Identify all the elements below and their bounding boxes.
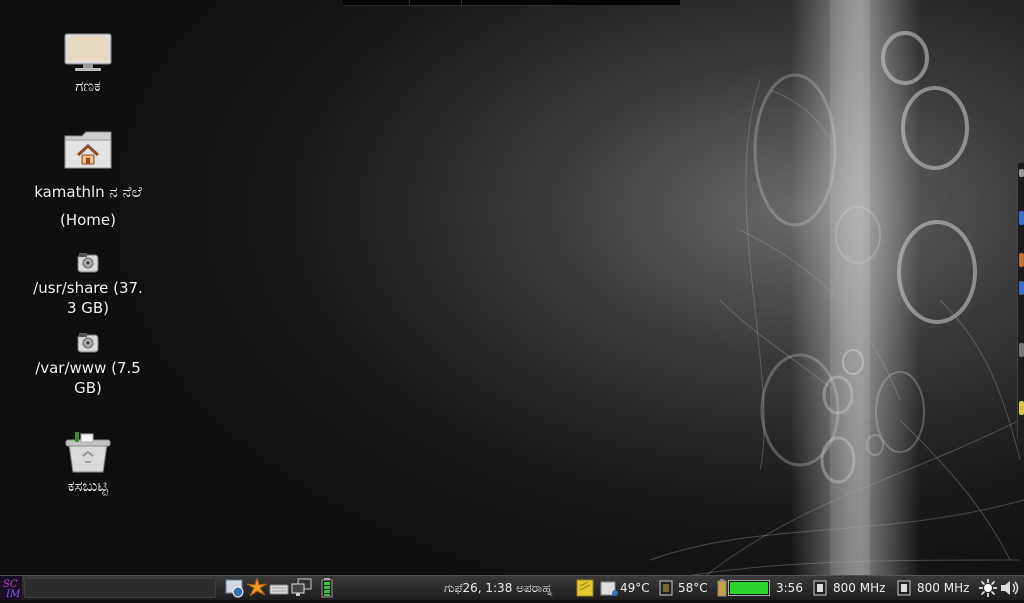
battery-applet[interactable] [321,576,333,600]
temperature-sensor-2[interactable]: 58°C [657,576,708,600]
cpu2-value: 800 MHz [917,581,970,595]
volume-icon [1001,581,1019,595]
clock[interactable]: ಗುಫೆ26, 1:38 ಅಪರಾಹ್ನ [444,576,552,600]
battery-charge-icon [717,579,727,597]
desktop-icon-label: ಗಣಕ [75,77,101,95]
desktop-wallpaper [0,0,1024,600]
desktop-icon-home[interactable]: kamathln ನ ನೆಲೆ (Home) [23,128,153,234]
network-display-icon [291,578,312,596]
desktop-icon-label-line1: /usr/share (37. [33,279,143,297]
desktop-icon-label-line2: 3 GB) [66,299,110,317]
dock-app-icon[interactable] [1019,253,1024,267]
scim-menu-button[interactable]: SC IM [0,576,22,600]
desktop-icon-usr-share[interactable]: /usr/share (37. 3 GB) [23,252,153,318]
home-folder-icon [64,131,112,169]
temp1-value: 49°C [620,581,650,595]
network-manager-launcher[interactable] [225,576,245,600]
cpu-icon [897,580,911,596]
keyboard-icon [269,584,289,595]
desktop-icon-label: ಕಸಬುಟ್ಟಿ [67,477,109,495]
desktop-icon-label-line1: /var/www (7.5 [35,359,141,377]
desktop-icon-label-line2: (Home) [59,211,116,229]
desktop-icon-computer[interactable]: ಗಣಕ [23,32,153,96]
brightness-icon [979,579,997,597]
dock-arrow-icon[interactable] [1019,169,1024,177]
top-panel-strip [343,0,680,6]
desktop-icon-trash[interactable]: ಕಸಬುಟ್ಟಿ [23,430,153,496]
sticky-note-icon [576,579,594,597]
computer-icon [64,33,112,71]
desktop-icon-var-www[interactable]: /var/www (7.5 GB) [23,332,153,398]
sun-burst-icon [247,578,267,597]
drive-icon [77,253,99,273]
sticky-notes-launcher[interactable] [576,576,594,600]
drive-icon [77,333,99,353]
cpu1-value: 800 MHz [833,581,886,595]
dock-app-icon[interactable] [1019,211,1024,225]
cpu-icon [813,580,827,596]
battery-monitor[interactable]: 3:56 [716,576,803,600]
scim-menu-icon: SC IM [3,579,21,600]
network-manager-icon [225,579,244,598]
dock-app-icon[interactable] [1019,281,1024,295]
trash-icon [65,432,111,473]
temp2-value: 58°C [678,581,708,595]
taskbar-window-list[interactable] [24,578,216,598]
network-display-launcher[interactable] [291,576,313,600]
desktop-icon-label-line1: kamathln ನ ನೆಲೆ [34,183,142,201]
dock-app-icon[interactable] [1019,401,1024,415]
battery-applet-icon [321,578,333,598]
bottom-panel: SC IM ಗುಫೆ26, 1:38 ಅಪರಾಹ್ನ 49°C 58°C 3:5… [0,575,1024,600]
battery-time: 3:56 [776,581,803,595]
desktop-icon-label-line2: GB) [74,379,102,397]
dock-app-icon[interactable] [1019,343,1024,357]
svg-text:IM: IM [5,589,21,600]
sun-burst-launcher[interactable] [247,576,267,600]
volume-control[interactable] [999,576,1021,600]
chip-icon [659,580,673,596]
battery-level-bar [728,580,770,596]
right-edge-dock[interactable] [1017,163,1024,438]
cpu-frequency-1[interactable]: 800 MHz [810,576,885,600]
cpu-frequency-2[interactable]: 800 MHz [894,576,969,600]
brightness-control[interactable] [979,576,997,600]
temperature-sensor-1[interactable]: 49°C [600,576,650,600]
thermometer-icon [600,581,618,596]
keyboard-launcher[interactable] [269,576,289,600]
